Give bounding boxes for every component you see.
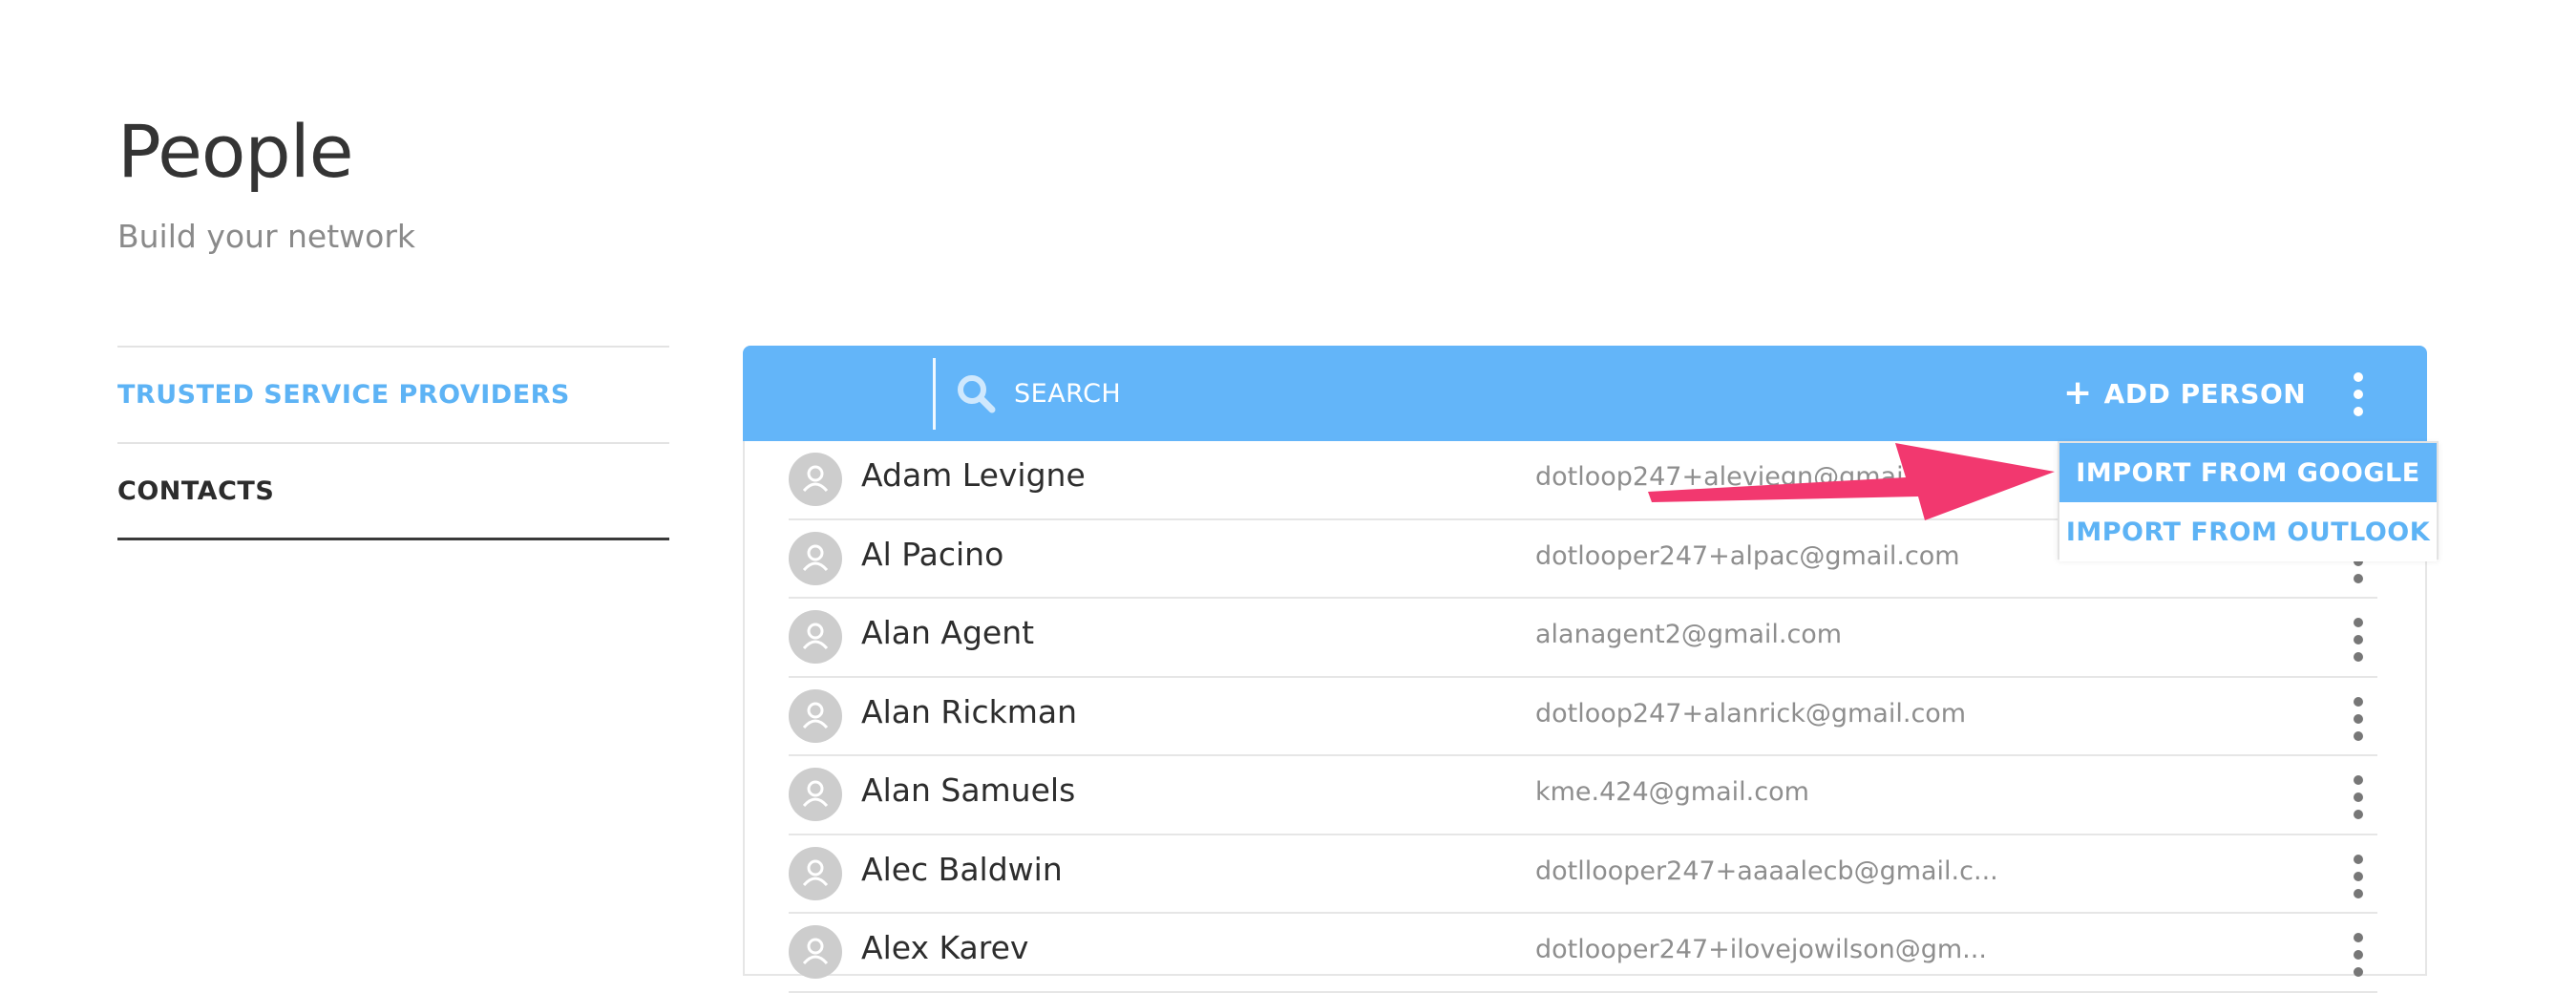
kebab-menu-icon[interactable] <box>2349 372 2368 416</box>
contact-row[interactable]: Alec Baldwin dotllooper247+aaaalecb@gmai… <box>789 835 2377 914</box>
row-menu-icon[interactable] <box>2349 696 2368 741</box>
page-subtitle: Build your network <box>117 218 416 255</box>
contact-name: Alex Karev <box>861 929 1029 966</box>
avatar <box>789 531 842 585</box>
page-title: People <box>117 108 353 194</box>
search-icon <box>955 372 997 414</box>
avatar <box>789 610 842 664</box>
contact-name: Alan Rickman <box>861 692 1078 730</box>
contact-name: Al Pacino <box>861 535 1004 573</box>
contact-email: dotlooper247+alpac@gmail.com <box>1535 540 1960 571</box>
avatar <box>789 453 842 506</box>
row-menu-icon[interactable] <box>2349 933 2368 977</box>
row-menu-icon[interactable] <box>2349 775 2368 819</box>
contact-email: dotloop247+aleviegn@gmail.com <box>1535 462 1974 492</box>
contact-row[interactable]: Alan Rickman dotloop247+alanrick@gmail.c… <box>789 678 2377 756</box>
import-dropdown-menu: IMPORT FROM GOOGLE IMPORT FROM OUTLOOK <box>2058 441 2439 561</box>
import-from-outlook-option[interactable]: IMPORT FROM OUTLOOK <box>2059 502 2437 561</box>
row-menu-icon[interactable] <box>2349 854 2368 898</box>
add-person-button[interactable]: + ADD PERSON <box>2063 365 2306 422</box>
contacts-toolbar: + ADD PERSON <box>743 346 2427 441</box>
row-menu-icon[interactable] <box>2349 618 2368 662</box>
avatar <box>789 925 842 979</box>
search-area <box>955 365 1623 422</box>
contact-email: kme.424@gmail.com <box>1535 777 1809 807</box>
contact-name: Adam Levigne <box>861 456 1086 494</box>
toolbar-divider <box>933 358 936 430</box>
contact-name: Alec Baldwin <box>861 850 1063 888</box>
contact-row[interactable]: Alan Agent alanagent2@gmail.com <box>789 599 2377 678</box>
contact-email: dotlooper247+ilovejowilson@gm... <box>1535 935 1987 964</box>
avatar <box>789 768 842 821</box>
contact-email: alanagent2@gmail.com <box>1535 620 1843 649</box>
search-input[interactable] <box>1012 377 1589 410</box>
add-person-label: ADD PERSON <box>2103 377 2307 410</box>
contact-name: Alan Agent <box>861 614 1035 651</box>
plus-icon: + <box>2063 373 2093 412</box>
sidebar: TRUSTED SERVICE PROVIDERS CONTACTS <box>117 346 669 540</box>
contact-email: dotllooper247+aaaalecb@gmail.c... <box>1535 856 1998 886</box>
contact-name: Alan Samuels <box>861 771 1076 809</box>
contact-email: dotloop247+alanrick@gmail.com <box>1535 698 1967 729</box>
sidebar-item-contacts[interactable]: CONTACTS <box>117 444 669 540</box>
contact-row[interactable]: Alex Karev dotlooper247+ilovejowilson@gm… <box>789 914 2377 993</box>
avatar <box>789 846 842 900</box>
avatar <box>789 688 842 743</box>
sidebar-item-trusted-service-providers[interactable]: TRUSTED SERVICE PROVIDERS <box>117 348 669 444</box>
import-from-google-option[interactable]: IMPORT FROM GOOGLE <box>2059 443 2437 502</box>
contact-row[interactable]: Alan Samuels kme.424@gmail.com <box>789 756 2377 835</box>
